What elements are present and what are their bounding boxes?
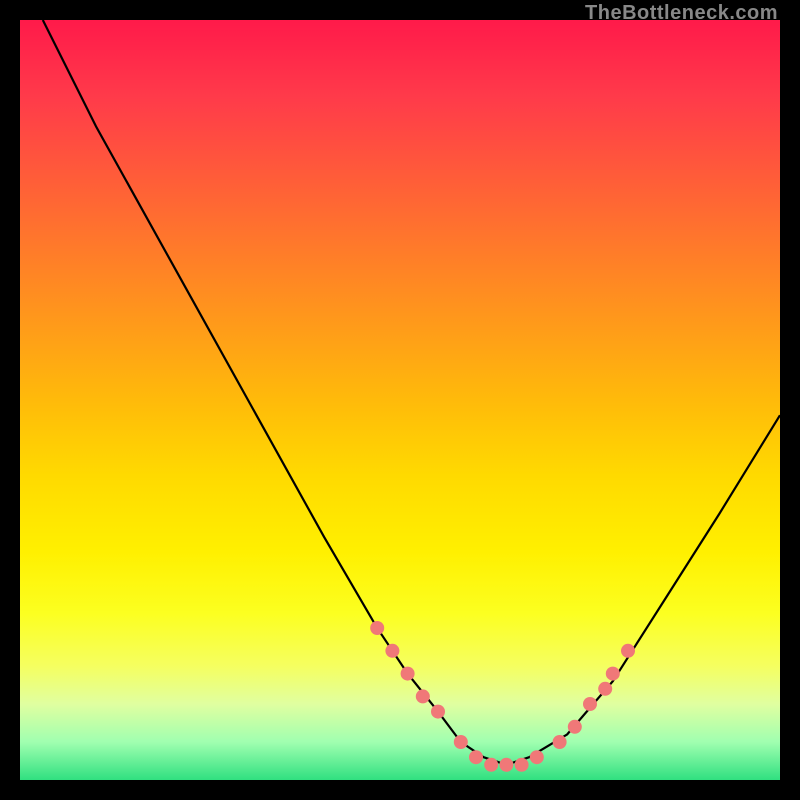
- marker-dot: [598, 682, 612, 696]
- chart-container: TheBottleneck.com: [0, 0, 800, 800]
- marker-dot: [484, 758, 498, 772]
- curve-group: [43, 20, 780, 765]
- marker-dot: [553, 735, 567, 749]
- marker-dot: [568, 720, 582, 734]
- marker-dot: [416, 689, 430, 703]
- marker-dot: [499, 758, 513, 772]
- plot-area: [20, 20, 780, 780]
- bottleneck-curve: [43, 20, 780, 765]
- chart-svg: [20, 20, 780, 780]
- marker-dot: [621, 644, 635, 658]
- marker-dots: [370, 621, 635, 772]
- marker-dot: [469, 750, 483, 764]
- watermark-text: TheBottleneck.com: [585, 2, 778, 25]
- marker-dot: [385, 644, 399, 658]
- marker-dot: [530, 750, 544, 764]
- marker-dot: [401, 667, 415, 681]
- marker-dot: [454, 735, 468, 749]
- marker-dot: [583, 697, 597, 711]
- marker-dot: [606, 667, 620, 681]
- marker-dot: [431, 705, 445, 719]
- marker-dot: [515, 758, 529, 772]
- marker-dot: [370, 621, 384, 635]
